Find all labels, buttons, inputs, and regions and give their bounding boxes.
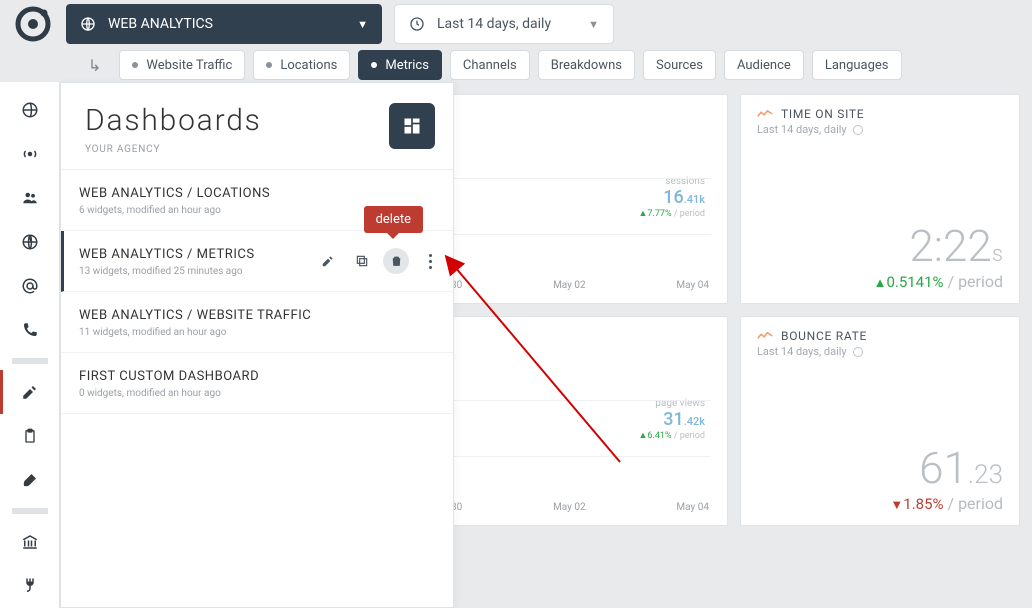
tab-sources[interactable]: Sources [643,50,716,80]
delete-tooltip: delete [364,206,423,233]
widget-time-on-site: TIME ON SITE Last 14 days, daily 2:22s ▲… [740,94,1020,304]
metric-value: 2:22s [757,224,1003,268]
widget-sub: Last 14 days, daily [757,345,847,358]
new-dashboard-button[interactable] [389,103,435,149]
metric-delta: ▲0.5141% / period [757,272,1003,291]
trash-icon [390,254,403,268]
date-range-selector[interactable]: Last 14 days, daily ▼ [394,4,614,44]
nav-design-icon[interactable] [0,370,60,414]
widget-title: BOUNCE RATE [781,329,867,343]
widget-sub: Last 14 days, daily [757,123,847,136]
nav-plug-icon[interactable] [0,564,60,608]
more-icon [429,254,432,269]
dashboard-item-meta: 0 widgets, modified an hour ago [79,388,435,399]
tab-metrics[interactable]: Metrics [358,50,442,80]
dashboard-item-title: WEB ANALYTICS / WEBSITE TRAFFIC [79,308,435,323]
tab-languages[interactable]: Languages [812,50,902,80]
workspace-label: WEB ANALYTICS [108,16,213,32]
dashboard-list-item[interactable]: WEB ANALYTICS / METRICS13 widgets, modif… [61,231,453,292]
tab-breakdowns[interactable]: Breakdowns [538,50,635,80]
nav-clipboard-icon[interactable] [0,414,60,458]
tab-locations[interactable]: Locations [253,50,350,80]
dashboards-panel: Dashboards YOUR AGENCY WEB ANALYTICS / L… [60,82,454,608]
panel-subtitle: YOUR AGENCY [85,144,262,155]
side-nav [0,82,60,608]
copy-icon [355,254,369,268]
metric-value: 61.23 [757,446,1003,490]
tab-audience[interactable]: Audience [724,50,804,80]
metric-delta: ▼1.85% / period [757,494,1003,513]
chevron-down-icon: ▼ [357,18,368,31]
dashboard-list-item[interactable]: WEB ANALYTICS / WEBSITE TRAFFIC 11 widget… [61,292,453,353]
nav-people-icon[interactable] [0,176,60,220]
nav-brush-icon[interactable] [0,458,60,502]
spark-line-icon [757,331,773,341]
tab-channels[interactable]: Channels [450,50,530,80]
workspace-selector[interactable]: WEB ANALYTICS ▼ [66,4,382,44]
tab-website-traffic[interactable]: Website Traffic [119,50,245,80]
panel-title: Dashboards [85,103,262,138]
info-icon[interactable] [853,347,863,357]
dashboard-item-title: WEB ANALYTICS / LOCATIONS [79,186,435,201]
nav-at-icon[interactable] [0,264,60,308]
nav-bank-icon[interactable] [0,520,60,564]
enter-icon: ↳ [88,56,101,75]
grid-icon [402,116,422,136]
nav-speed-icon[interactable] [0,220,60,264]
widget-bounce-rate: BOUNCE RATE Last 14 days, daily 61.23 ▼1… [740,316,1020,526]
dashboard-list-item[interactable]: FIRST CUSTOM DASHBOARD 0 widgets, modifie… [61,353,453,414]
clock-icon [409,16,425,32]
more-button[interactable] [417,248,443,274]
globe-icon [80,16,96,32]
top-bar: WEB ANALYTICS ▼ Last 14 days, daily ▼ [0,0,1032,49]
app-logo [12,3,54,45]
nav-broadcast-icon[interactable] [0,132,60,176]
duplicate-button[interactable] [349,248,375,274]
dashboard-item-title: FIRST CUSTOM DASHBOARD [79,369,435,384]
info-icon[interactable] [853,125,863,135]
chevron-down-icon: ▼ [588,18,599,31]
nav-globe-icon[interactable] [0,88,60,132]
widget-title: TIME ON SITE [781,107,864,121]
spark-line-icon [757,109,773,119]
date-range-label: Last 14 days, daily [437,16,551,32]
delete-button[interactable]: delete [383,248,409,274]
edit-button[interactable] [315,248,341,274]
nav-phone-icon[interactable] [0,308,60,352]
dashboard-tabs-row: ↳ Website Traffic Locations Metrics Channel… [0,49,1032,82]
dashboard-item-meta: 11 widgets, modified an hour ago [79,327,435,338]
pencil-icon [321,254,335,268]
